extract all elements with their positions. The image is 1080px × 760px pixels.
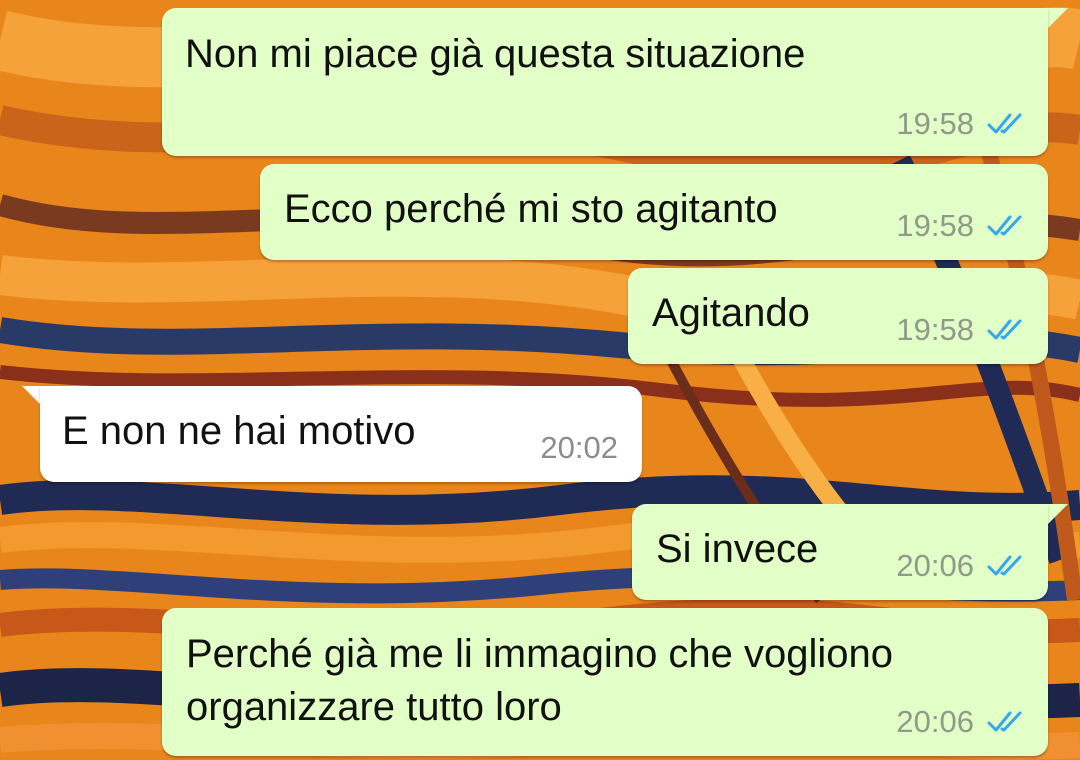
double-check-read-icon [987, 319, 1022, 340]
message-timestamp: 19:58 [896, 312, 974, 347]
message-bubble-outgoing[interactable]: Si invece 20:06 [632, 504, 1048, 600]
message-text: Ecco perché mi sto agitanto [284, 187, 778, 231]
message-bubble-outgoing[interactable]: Perché già me li immagino che vogliono o… [162, 608, 1048, 756]
double-check-read-icon [987, 555, 1022, 576]
message-meta: 19:58 [896, 312, 1026, 348]
message-bubble-outgoing[interactable]: Ecco perché mi sto agitanto 19:58 [260, 164, 1048, 260]
message-meta: 20:06 [896, 704, 1026, 740]
message-bubble-outgoing[interactable]: Agitando 19:58 [628, 268, 1048, 364]
message-text: Non mi piace già questa situazione [185, 32, 806, 76]
message-bubble-outgoing[interactable]: Non mi piace già questa situazione 19:58 [162, 8, 1048, 156]
message-timestamp: 19:58 [896, 106, 974, 141]
message-text: E non ne hai motivo [62, 409, 416, 453]
message-text: Si invece [656, 527, 819, 571]
message-timestamp: 19:58 [896, 208, 974, 243]
double-check-read-icon [987, 711, 1022, 732]
message-text: Perché già me li immagino che vogliono o… [186, 632, 894, 729]
double-check-read-icon [987, 113, 1022, 134]
message-bubble-incoming[interactable]: E non ne hai motivo 20:02 [40, 386, 642, 482]
message-meta: 19:58 [896, 106, 1026, 142]
double-check-read-icon [987, 215, 1022, 236]
message-text: Agitando [652, 291, 810, 335]
message-meta: 20:06 [896, 548, 1026, 584]
message-timestamp: 20:06 [896, 704, 974, 739]
message-meta: 19:58 [896, 208, 1026, 244]
message-timestamp: 20:06 [896, 548, 974, 583]
message-timestamp: 20:02 [540, 430, 618, 465]
message-meta: 20:02 [540, 430, 618, 466]
